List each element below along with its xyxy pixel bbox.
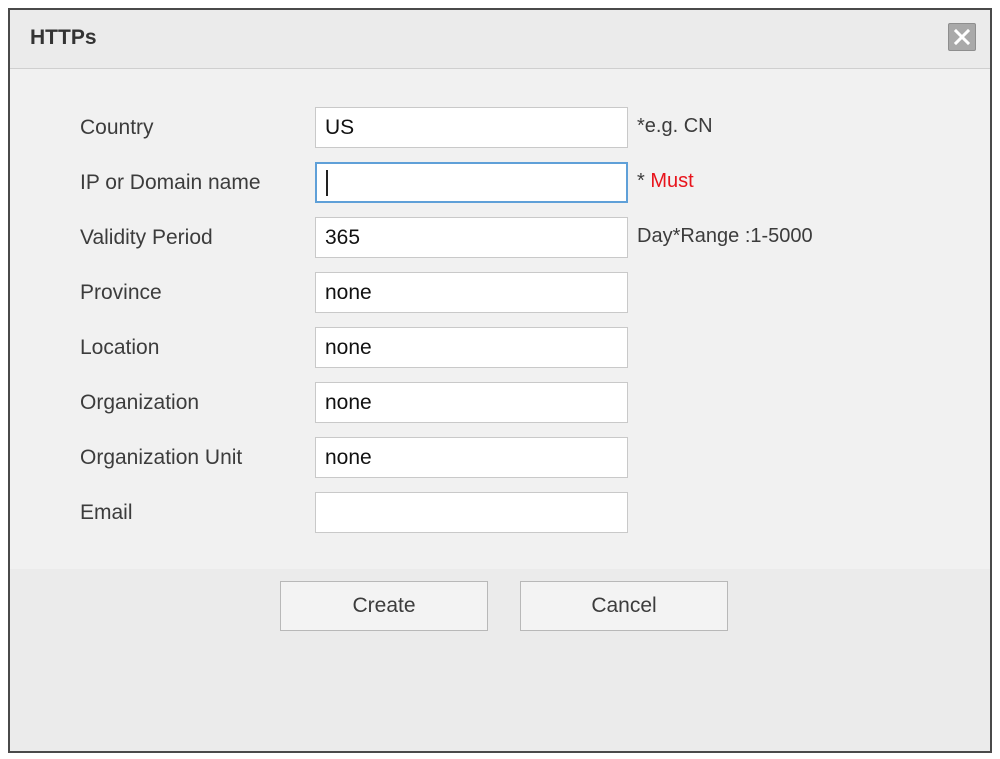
location-label: Location <box>80 336 160 359</box>
text-caret <box>326 170 328 196</box>
organization-label: Organization <box>80 391 200 414</box>
country-hint: *e.g. CN <box>637 115 713 137</box>
must-label: Must <box>650 170 694 192</box>
ip-domain-input[interactable] <box>315 162 628 203</box>
https-dialog: HTTPs Country *e.g. CN IP or Domain name… <box>8 8 992 753</box>
ip-domain-hint: * Must <box>637 170 694 193</box>
close-button[interactable] <box>948 23 976 51</box>
validity-period-input[interactable] <box>315 217 628 258</box>
organization-input[interactable] <box>315 382 628 423</box>
province-label: Province <box>80 281 162 304</box>
validity-period-label: Validity Period <box>80 226 213 249</box>
close-icon <box>953 28 971 46</box>
country-label: Country <box>80 116 154 139</box>
organization-unit-input[interactable] <box>315 437 628 478</box>
email-label: Email <box>80 501 133 524</box>
organization-unit-label: Organization Unit <box>80 446 243 469</box>
country-input[interactable] <box>315 107 628 148</box>
location-input[interactable] <box>315 327 628 368</box>
ip-domain-label: IP or Domain name <box>80 171 261 194</box>
dialog-footer <box>10 569 990 751</box>
create-button[interactable]: Create <box>280 581 488 631</box>
email-input[interactable] <box>315 492 628 533</box>
dialog-titlebar: HTTPs <box>10 10 990 69</box>
province-input[interactable] <box>315 272 628 313</box>
validity-period-hint: Day*Range :1-5000 <box>637 225 813 247</box>
required-asterisk: * <box>637 170 651 192</box>
dialog-title: HTTPs <box>30 26 97 49</box>
form-area: Country *e.g. CN IP or Domain name * Mus… <box>10 69 990 569</box>
cancel-button[interactable]: Cancel <box>520 581 728 631</box>
